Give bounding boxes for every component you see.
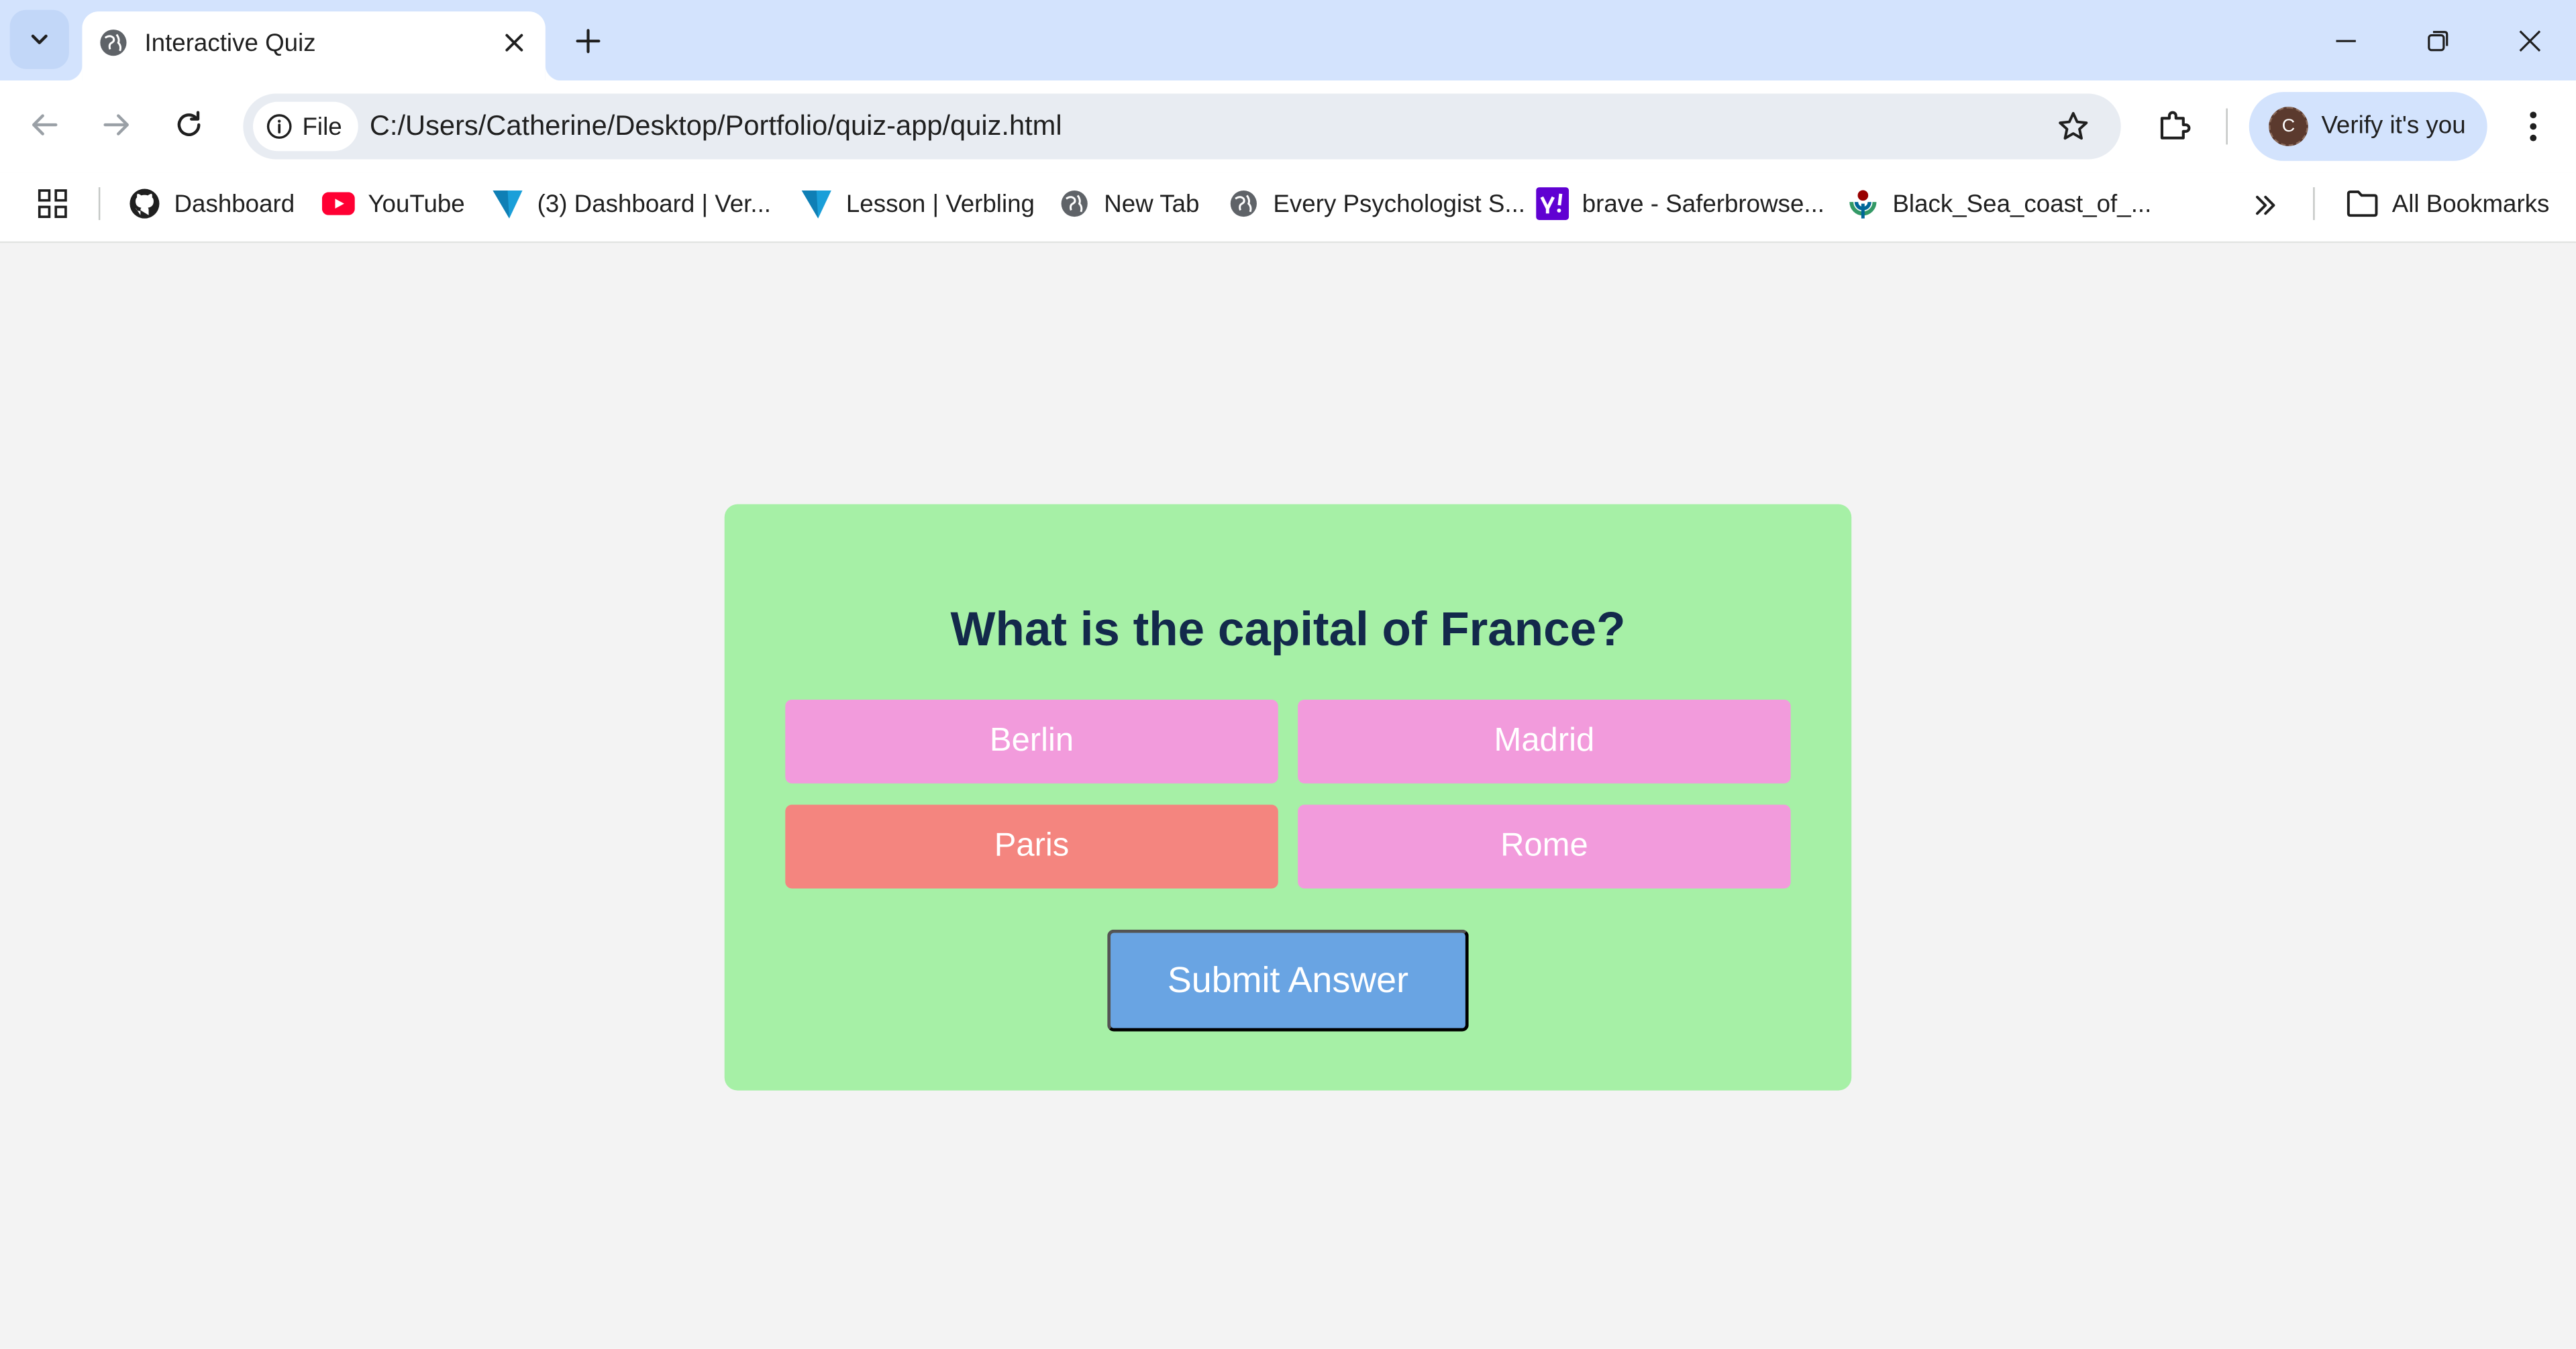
bookmark-label: brave - Saferbrowse... xyxy=(1582,189,1824,218)
verbling-icon xyxy=(493,191,523,219)
bookmark-star-button[interactable] xyxy=(2052,105,2095,148)
plus-icon xyxy=(576,29,601,54)
bookmarks-overflow-button[interactable] xyxy=(2244,184,2287,227)
close-icon xyxy=(505,34,523,52)
close-window-button[interactable] xyxy=(2484,0,2576,80)
arrow-left-icon xyxy=(32,114,58,136)
tab-strip: Interactive Quiz xyxy=(0,0,2576,80)
bookmark-item[interactable]: Dashboard xyxy=(128,180,295,227)
tab-active[interactable]: Interactive Quiz xyxy=(65,11,562,80)
globe-icon xyxy=(100,30,127,56)
bookmark-item[interactable]: Every Psychologist S... xyxy=(1227,180,1525,227)
tab-close-button[interactable] xyxy=(496,25,532,61)
menu-button[interactable] xyxy=(2510,100,2557,152)
restore-button[interactable] xyxy=(2392,0,2484,80)
arrow-right-icon xyxy=(103,114,129,136)
github-icon xyxy=(130,188,160,219)
bookmark-item[interactable]: New Tab xyxy=(1058,180,1200,227)
bookmark-label: (3) Dashboard | Ver... xyxy=(537,189,772,218)
puzzle-icon xyxy=(2160,111,2191,140)
bookmark-label: Lesson | Verbling xyxy=(845,189,1035,218)
tab-title: Interactive Quiz xyxy=(144,30,316,58)
kebab-menu-icon xyxy=(2530,111,2537,142)
all-bookmarks-label: All Bookmarks xyxy=(2391,189,2550,218)
wikimedia-icon xyxy=(1849,190,1877,219)
bookmark-label: Dashboard xyxy=(174,189,295,218)
bookmark-label: Every Psychologist S... xyxy=(1273,189,1526,218)
close-icon xyxy=(2519,30,2541,51)
all-bookmarks-button[interactable]: All Bookmarks xyxy=(2346,180,2549,227)
site-info-chip[interactable]: File xyxy=(253,101,359,152)
option-rome-button[interactable]: Rome xyxy=(1298,804,1791,889)
bookmark-item[interactable]: brave - Saferbrowse... xyxy=(1536,180,1824,227)
site-chip-label: File xyxy=(302,112,342,141)
star-icon xyxy=(2059,111,2088,140)
profile-button[interactable]: C Verify it's you xyxy=(2249,92,2487,161)
globe-icon xyxy=(1230,191,1257,217)
page-viewport: What is the capital of France? Berlin Ma… xyxy=(0,243,2576,1349)
youtube-icon xyxy=(321,192,355,215)
address-bar[interactable]: File C:/Users/Catherine/Desktop/Portfoli… xyxy=(243,93,2121,160)
extensions-button[interactable] xyxy=(2149,99,2201,151)
info-icon xyxy=(266,114,292,139)
bookmarks-separator xyxy=(98,187,101,221)
double-chevron-right-icon xyxy=(2256,195,2275,215)
bookmarks-separator xyxy=(2313,187,2315,221)
submit-answer-button[interactable]: Submit Answer xyxy=(1107,929,1469,1032)
bookmark-label: YouTube xyxy=(368,189,465,218)
option-madrid-button[interactable]: Madrid xyxy=(1298,699,1791,784)
minimize-icon xyxy=(2336,39,2356,42)
restore-icon xyxy=(2428,30,2449,51)
bookmark-item[interactable]: Black_Sea_coast_of_... xyxy=(1847,180,2151,227)
apps-grid-icon xyxy=(38,189,67,219)
avatar: C xyxy=(2269,107,2308,146)
forward-button[interactable] xyxy=(89,97,144,152)
bookmark-label: Black_Sea_coast_of_... xyxy=(1892,189,2152,218)
apps-button[interactable] xyxy=(33,184,72,223)
folder-icon xyxy=(2347,191,2378,217)
toolbar-divider xyxy=(2226,108,2228,145)
bookmarks-bar: Dashboard YouTube (3) Dashboard | Ver... xyxy=(0,172,2576,244)
option-berlin-button[interactable]: Berlin xyxy=(785,699,1278,784)
url-text[interactable]: C:/Users/Catherine/Desktop/Portfolio/qui… xyxy=(370,110,1062,143)
quiz-card: What is the capital of France? Berlin Ma… xyxy=(724,504,1852,1091)
tab-search-button[interactable] xyxy=(9,9,69,69)
toolbar: File C:/Users/Catherine/Desktop/Portfoli… xyxy=(0,80,2576,173)
profile-label: Verify it's you xyxy=(2321,111,2466,140)
verbling-icon xyxy=(801,191,831,219)
quiz-question: What is the capital of France? xyxy=(950,604,1626,657)
minimize-button[interactable] xyxy=(2300,0,2392,80)
bookmark-label: New Tab xyxy=(1104,189,1200,218)
bookmark-item[interactable]: YouTube xyxy=(321,180,465,227)
yahoo-icon xyxy=(1536,187,1569,221)
bookmark-item[interactable]: Lesson | Verbling xyxy=(800,180,1035,227)
globe-icon xyxy=(1061,191,1088,217)
reload-icon xyxy=(177,111,201,136)
reload-button[interactable] xyxy=(161,97,217,152)
back-button[interactable] xyxy=(16,97,72,152)
bookmark-item[interactable]: (3) Dashboard | Ver... xyxy=(491,180,771,227)
browser-window: Interactive Quiz File C:/Users/Catherine… xyxy=(0,0,2576,1349)
option-paris-button[interactable]: Paris xyxy=(785,804,1278,889)
new-tab-button[interactable] xyxy=(565,18,611,64)
chevron-down-icon xyxy=(31,34,48,44)
